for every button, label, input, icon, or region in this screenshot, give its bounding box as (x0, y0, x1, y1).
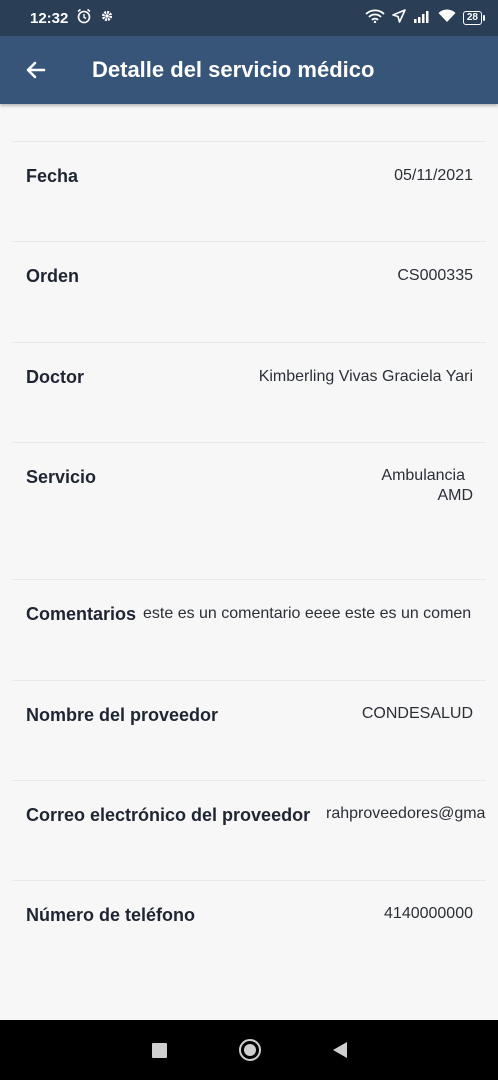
detail-value: Ambulancia (381, 467, 465, 484)
detail-row-comentarios: Comentarios este es un comentario eeee e… (0, 580, 498, 680)
detail-value: 05/11/2021 (394, 167, 473, 184)
detail-row-proveedor: Nombre del proveedor CONDESALUD (0, 681, 498, 781)
detail-value: CS000335 (397, 267, 473, 284)
detail-label: Correo electrónico del proveedor (26, 805, 311, 825)
detail-row-doctor: Doctor Kimberling Vivas Graciela Yari (0, 343, 498, 443)
signal-icon (413, 10, 431, 27)
detail-label: Servicio (26, 467, 97, 487)
detail-label: Fecha (26, 166, 79, 186)
location-arrow-icon (392, 9, 406, 27)
wifi-icon (438, 9, 456, 27)
home-icon[interactable] (238, 1039, 261, 1061)
detail-row-orden: Orden CS000335 (0, 242, 498, 342)
detail-value: Kimberling Vivas Graciela Yari (258, 368, 473, 385)
detail-value-secondary: AMD (437, 487, 473, 504)
detail-label: Doctor (26, 367, 84, 387)
detail-label: Comentarios (26, 604, 137, 624)
detail-list: Fecha 05/11/2021 Orden CS000335 Doctor K… (0, 104, 498, 1020)
detail-label: Nombre del proveedor (26, 705, 219, 725)
detail-row-fecha: Fecha 05/11/2021 (0, 142, 498, 242)
battery-icon: 28 (462, 11, 486, 25)
app-bar: Detalle del servicio médico (0, 36, 498, 104)
detail-row-servicio: Servicio Ambulancia AMD (0, 443, 498, 580)
status-bar: 12:32 28 (0, 0, 498, 36)
recents-icon[interactable] (151, 1042, 167, 1058)
settings-icon (100, 9, 114, 27)
page-title: Detalle del servicio médico (92, 57, 375, 82)
system-nav-bar (0, 1020, 498, 1080)
wifi-calling-icon (365, 9, 385, 27)
detail-value: 4140000000 (384, 905, 473, 922)
detail-label: Número de teléfono (26, 905, 196, 925)
status-time: 12:32 (30, 9, 69, 27)
detail-value: este es un comentario eeee este es un co… (143, 605, 472, 622)
back-nav-icon[interactable] (332, 1042, 347, 1058)
detail-row-correo: Correo electrónico del proveedor rahprov… (0, 781, 498, 881)
detail-value: rahproveedores@gma (326, 805, 486, 822)
detail-row-telefono: Número de teléfono 4140000000 (0, 881, 498, 981)
back-arrow-icon[interactable] (2, 36, 70, 104)
alarm-icon (76, 8, 92, 28)
detail-value: CONDESALUD (361, 705, 473, 722)
detail-label: Orden (26, 266, 80, 286)
